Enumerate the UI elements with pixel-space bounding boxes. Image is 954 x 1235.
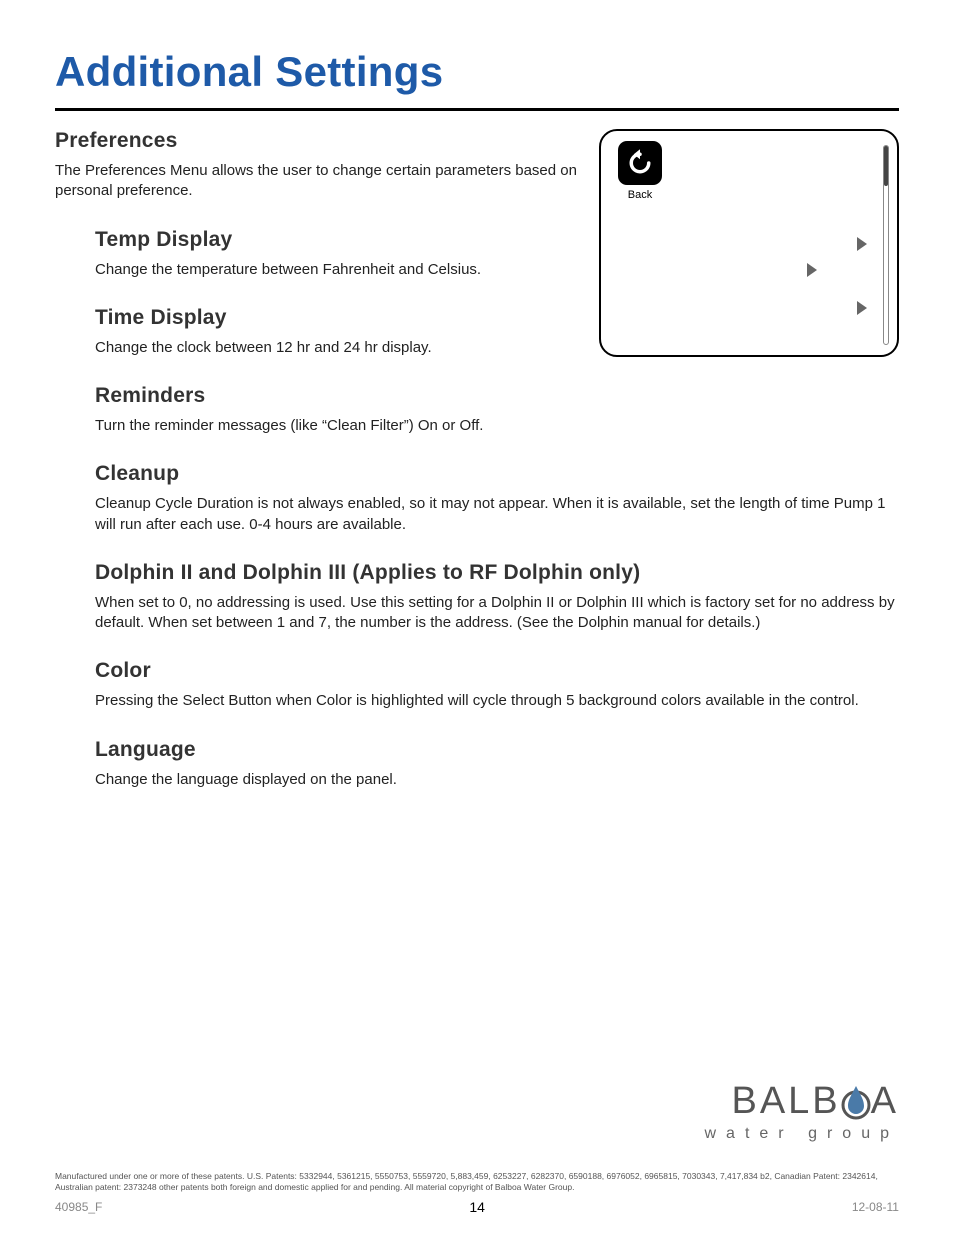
cleanup-heading: Cleanup [95, 462, 899, 486]
panel-screen: Back [599, 129, 899, 357]
color-body: Pressing the Select Button when Color is… [95, 691, 899, 711]
scrollbar[interactable] [883, 145, 889, 345]
preferences-body: The Preferences Menu allows the user to … [55, 161, 579, 202]
cleanup-body: Cleanup Cycle Duration is not always ena… [95, 494, 899, 535]
top-row: Preferences The Preferences Menu allows … [55, 129, 899, 384]
chevron-right-icon[interactable] [807, 263, 817, 277]
scrollbar-thumb[interactable] [884, 146, 888, 186]
cleanup-block: Cleanup Cleanup Cycle Duration is not al… [55, 462, 899, 535]
temp-display-block: Temp Display Change the temperature betw… [55, 228, 579, 280]
doc-id: 40985_F [55, 1200, 102, 1214]
color-heading: Color [95, 659, 899, 683]
brand-logo: BALB A water group [55, 1080, 899, 1143]
back-arrow-icon [618, 141, 662, 185]
doc-date: 12-08-11 [852, 1200, 899, 1214]
dolphin-heading: Dolphin II and Dolphin III (Applies to R… [95, 561, 899, 585]
reminders-block: Reminders Turn the reminder messages (li… [55, 384, 899, 436]
temp-display-heading: Temp Display [95, 228, 579, 252]
screen-figure: Back [599, 129, 899, 357]
page-container: Additional Settings Preferences The Pref… [0, 0, 954, 1235]
brand-tagline: water group [55, 1125, 899, 1143]
reminders-body: Turn the reminder messages (like “Clean … [95, 416, 899, 436]
language-block: Language Change the language displayed o… [55, 738, 899, 790]
time-display-heading: Time Display [95, 306, 579, 330]
legal-text: Manufactured under one or more of these … [55, 1171, 899, 1193]
preferences-heading: Preferences [55, 129, 579, 153]
title-rule [55, 108, 899, 111]
brand-wordmark: BALB A [731, 1080, 899, 1123]
brand-text-right: A [871, 1080, 899, 1123]
page-footer: BALB A water group Manufactured under on… [55, 1080, 899, 1215]
language-body: Change the language displayed on the pan… [95, 770, 899, 790]
brand-text-left: BALB [731, 1080, 840, 1123]
preferences-block: Preferences The Preferences Menu allows … [55, 129, 579, 384]
temp-display-body: Change the temperature between Fahrenhei… [95, 260, 579, 280]
back-button[interactable]: Back [613, 141, 667, 201]
dolphin-body: When set to 0, no addressing is used. Us… [95, 593, 899, 634]
water-drop-icon [841, 1082, 871, 1120]
time-display-block: Time Display Change the clock between 12… [55, 306, 579, 358]
chevron-right-icon[interactable] [857, 301, 867, 315]
page-number: 14 [469, 1199, 485, 1215]
reminders-heading: Reminders [95, 384, 899, 408]
page-title: Additional Settings [55, 48, 899, 96]
footer-row: 40985_F 14 12-08-11 [55, 1199, 899, 1215]
chevron-right-icon[interactable] [857, 237, 867, 251]
dolphin-block: Dolphin II and Dolphin III (Applies to R… [55, 561, 899, 634]
color-block: Color Pressing the Select Button when Co… [55, 659, 899, 711]
back-label: Back [613, 189, 667, 201]
language-heading: Language [95, 738, 899, 762]
time-display-body: Change the clock between 12 hr and 24 hr… [95, 338, 579, 358]
